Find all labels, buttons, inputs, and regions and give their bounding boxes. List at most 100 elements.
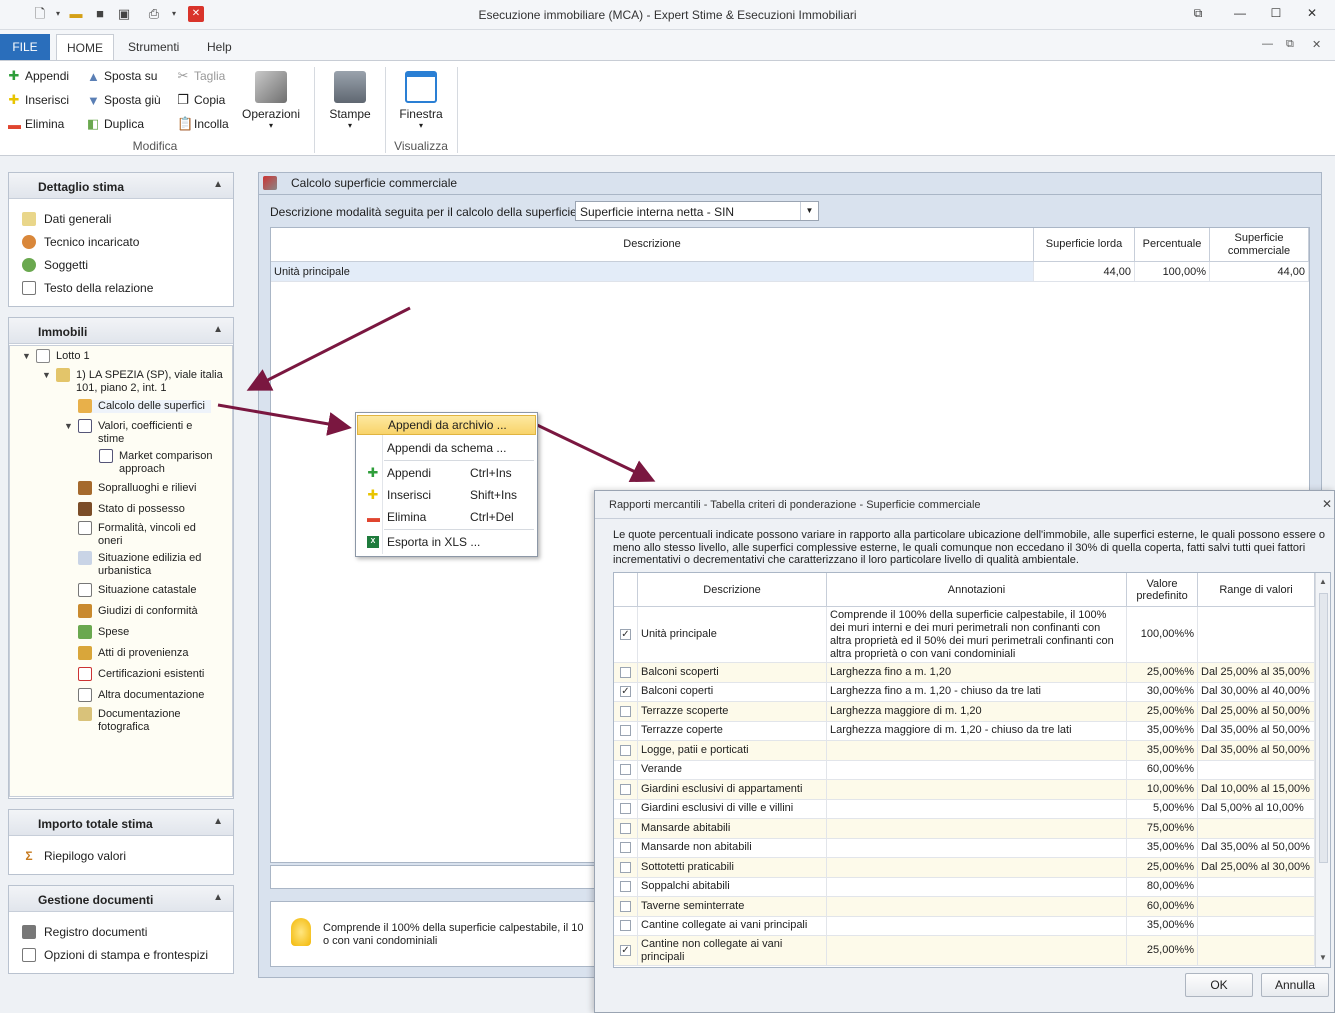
row-range[interactable]	[1198, 760, 1315, 780]
sidebar-item-dati-generali[interactable]: Dati generali	[22, 210, 111, 228]
table-row[interactable]: Unità principale	[271, 262, 1034, 282]
tab-home[interactable]: HOME	[56, 34, 114, 60]
checkbox[interactable]	[620, 803, 631, 815]
col-annotazioni[interactable]: Annotazioni	[827, 573, 1127, 607]
sidebar-item-registro-documenti[interactable]: Registro documenti	[22, 923, 147, 941]
copia-button[interactable]: ❐ Copia	[177, 91, 225, 109]
checkbox[interactable]	[620, 705, 631, 717]
row-range[interactable]: Dal 10,00% al 15,00%	[1198, 780, 1315, 800]
incolla-button[interactable]: 📋 Incolla	[177, 115, 229, 133]
cell-percentuale[interactable]: 100,00%	[1135, 262, 1210, 282]
minimize-icon[interactable]: —	[1230, 6, 1250, 22]
tree-node-valori[interactable]: ▼ Valori, coefficienti e stime	[64, 419, 218, 446]
row-annotazioni[interactable]: Larghezza fino a m. 1,20	[827, 663, 1127, 683]
row-descrizione[interactable]: Taverne seminterrate	[638, 897, 827, 917]
tab-help[interactable]: Help	[197, 34, 242, 60]
row-annotazioni[interactable]	[827, 897, 1127, 917]
cell-lorda[interactable]: 44,00	[1034, 262, 1135, 282]
col-descrizione[interactable]: Descrizione	[638, 573, 827, 607]
mode-select[interactable]: Superficie interna netta - SIN ▼	[575, 201, 819, 221]
expand-icon[interactable]: ▼	[64, 420, 73, 433]
checkbox[interactable]	[620, 900, 631, 912]
scroll-down-icon[interactable]: ▼	[1319, 953, 1327, 962]
row-valore[interactable]: 25,00%%	[1127, 858, 1198, 878]
tree-node-formalita[interactable]: Formalità, vincoli ed oneri	[78, 521, 218, 548]
row-range[interactable]: Dal 30,00% al 40,00%	[1198, 682, 1315, 702]
cancel-button[interactable]: Annulla	[1261, 973, 1329, 997]
tree-node-calcolo-superfici[interactable]: Calcolo delle superfici	[78, 399, 211, 413]
checkbox[interactable]: ✓	[620, 686, 631, 698]
row-annotazioni[interactable]: Larghezza maggiore di m. 1,20	[827, 702, 1127, 722]
checkbox[interactable]	[620, 842, 631, 854]
row-range[interactable]: Dal 25,00% al 30,00%	[1198, 858, 1315, 878]
panel-header[interactable]: Gestione documenti ▲	[9, 886, 233, 912]
row-valore[interactable]: 25,00%%	[1127, 663, 1198, 683]
expand-icon[interactable]: ▼	[22, 350, 31, 363]
operazioni-button[interactable]: Operazioni ▾	[240, 71, 302, 130]
tree-node-immobile[interactable]: ▼ 1) LA SPEZIA (SP), viale italia 101, pi…	[42, 368, 226, 395]
menu-item-elimina[interactable]: ▬ Elimina Ctrl+Del	[357, 507, 536, 527]
row-range[interactable]	[1198, 819, 1315, 839]
tree-node-situazione-catastale[interactable]: Situazione catastale	[78, 583, 196, 597]
tree-node-spese[interactable]: Spese	[78, 625, 129, 639]
row-valore[interactable]: 35,00%%	[1127, 741, 1198, 761]
checkbox[interactable]	[620, 920, 631, 932]
menu-item-appendi-da-schema[interactable]: Appendi da schema ...	[357, 438, 536, 458]
row-checkbox-cell[interactable]	[614, 897, 638, 917]
row-descrizione[interactable]: Logge, patii e porticati	[638, 741, 827, 761]
checkbox[interactable]	[620, 881, 631, 893]
inserisci-button[interactable]: ✚ Inserisci	[8, 91, 69, 109]
row-checkbox-cell[interactable]	[614, 760, 638, 780]
row-descrizione[interactable]: Giardini esclusivi di appartamenti	[638, 780, 827, 800]
tree-node-atti[interactable]: Atti di provenienza	[78, 646, 189, 660]
row-checkbox-cell[interactable]	[614, 838, 638, 858]
row-valore[interactable]: 5,00%%	[1127, 799, 1198, 819]
chevron-up-icon[interactable]: ▲	[213, 892, 223, 903]
sposta-su-button[interactable]: ▲ Sposta su	[87, 67, 157, 85]
row-checkbox-cell[interactable]	[614, 741, 638, 761]
row-descrizione[interactable]: Sottotetti praticabili	[638, 858, 827, 878]
row-descrizione[interactable]: Terrazze scoperte	[638, 702, 827, 722]
checkbox[interactable]	[620, 861, 631, 873]
row-range[interactable]	[1198, 897, 1315, 917]
sidebar-item-testo[interactable]: Testo della relazione	[22, 279, 153, 297]
checkbox[interactable]	[620, 666, 631, 678]
ok-button[interactable]: OK	[1185, 973, 1253, 997]
row-range[interactable]: Dal 35,00% al 50,00%	[1198, 721, 1315, 741]
row-annotazioni[interactable]	[827, 760, 1127, 780]
row-descrizione[interactable]: Cantine collegate ai vani principali	[638, 916, 827, 936]
checkbox[interactable]	[620, 725, 631, 737]
row-checkbox-cell[interactable]	[614, 877, 638, 897]
row-valore[interactable]: 80,00%%	[1127, 877, 1198, 897]
row-annotazioni[interactable]	[827, 780, 1127, 800]
close-icon[interactable]: ✕	[1302, 6, 1322, 22]
scroll-thumb[interactable]	[1319, 593, 1328, 863]
restore-layout-icon[interactable]: ⧉	[1188, 6, 1208, 22]
row-annotazioni[interactable]	[827, 799, 1127, 819]
row-range[interactable]	[1198, 607, 1315, 663]
panel-header[interactable]: Dettaglio stima ▲	[9, 173, 233, 199]
row-valore[interactable]: 60,00%%	[1127, 760, 1198, 780]
tree-node-situazione-edilizia[interactable]: Situazione edilizia ed urbanistica	[78, 551, 218, 578]
duplica-button[interactable]: ◧ Duplica	[87, 115, 144, 133]
elimina-button[interactable]: ▬ Elimina	[8, 115, 64, 133]
sidebar-item-soggetti[interactable]: Soggetti	[22, 256, 88, 274]
row-checkbox-cell[interactable]	[614, 702, 638, 722]
row-valore[interactable]: 25,00%%	[1127, 702, 1198, 722]
row-checkbox-cell[interactable]	[614, 858, 638, 878]
tree-node-lotto[interactable]: ▼ Lotto 1	[22, 349, 90, 363]
row-descrizione[interactable]: Balconi scoperti	[638, 663, 827, 683]
row-valore[interactable]: 75,00%%	[1127, 819, 1198, 839]
row-checkbox-cell[interactable]	[614, 819, 638, 839]
row-descrizione[interactable]: Mansarde non abitabili	[638, 838, 827, 858]
row-range[interactable]: Dal 35,00% al 50,00%	[1198, 838, 1315, 858]
tree-node-certificazioni[interactable]: Certificazioni esistenti	[78, 667, 204, 681]
mdi-close-icon[interactable]: ✕	[1312, 38, 1321, 51]
tab-file[interactable]: FILE	[0, 34, 50, 60]
row-descrizione[interactable]: Soppalchi abitabili	[638, 877, 827, 897]
row-valore[interactable]: 100,00%%	[1127, 607, 1198, 663]
scroll-up-icon[interactable]: ▲	[1319, 577, 1327, 586]
row-descrizione[interactable]: Verande	[638, 760, 827, 780]
row-annotazioni[interactable]: Comprende il 100% della superficie calpe…	[827, 607, 1127, 663]
chevron-up-icon[interactable]: ▲	[213, 816, 223, 827]
